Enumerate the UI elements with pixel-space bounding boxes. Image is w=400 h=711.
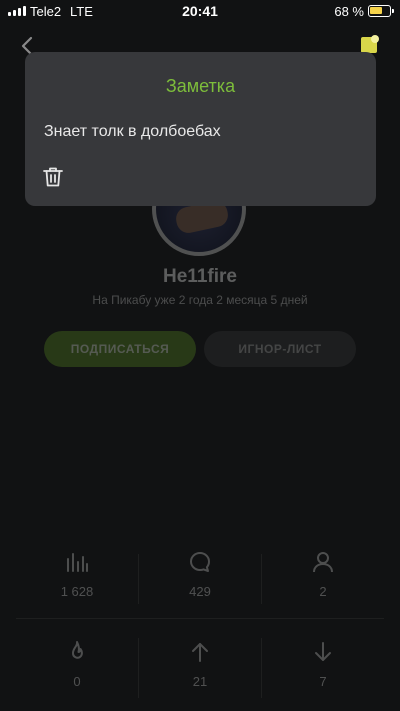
stat-comments: 429 [139,536,261,616]
rating-bars-icon [67,553,88,572]
subscribe-button[interactable]: ПОДПИСАТЬСЯ [44,331,196,367]
divider [138,554,139,604]
note-icon[interactable] [360,34,380,54]
stat-value: 1 628 [60,584,94,599]
divider [138,638,139,698]
stat-subscribers: 2 [262,536,384,616]
flame-icon [72,641,83,659]
battery-percent: 68 % [334,4,364,19]
stat-value: 21 [192,674,208,689]
battery-icon [368,5,394,17]
arrow-down-icon [315,642,331,661]
stat-value: 7 [319,674,327,689]
trash-icon[interactable] [42,166,64,188]
stat-rating: 1 628 [16,536,138,616]
note-popup: Заметка Знает толк в долбоебах [25,52,376,206]
stat-minuses: 7 [262,626,384,706]
divider [16,618,384,619]
comment-bubble-icon [190,552,211,572]
note-title: Заметка [165,76,236,96]
arrow-up-icon [192,643,208,662]
status-bar: Tele2 LTE 20:41 68 % [0,0,400,24]
stat-value: 429 [189,584,211,599]
stat-pluses: 21 [139,626,261,706]
user-icon [313,552,333,573]
profile-member-since: На Пикабу уже 2 года 2 месяца 5 дней [92,293,308,307]
stat-hot: 0 [16,626,138,706]
stats-grid: 1 628 429 2 0 21 7 [16,536,384,711]
divider [261,638,262,698]
battery-level-fill [370,7,383,14]
stat-value: 2 [319,584,327,599]
stat-value: 0 [73,674,81,689]
note-text[interactable]: Знает толк в долбоебах [44,123,221,141]
divider [261,554,262,604]
ignore-list-button[interactable]: ИГНОР-ЛИСТ [204,331,356,367]
profile-username: He11fire [163,266,237,287]
